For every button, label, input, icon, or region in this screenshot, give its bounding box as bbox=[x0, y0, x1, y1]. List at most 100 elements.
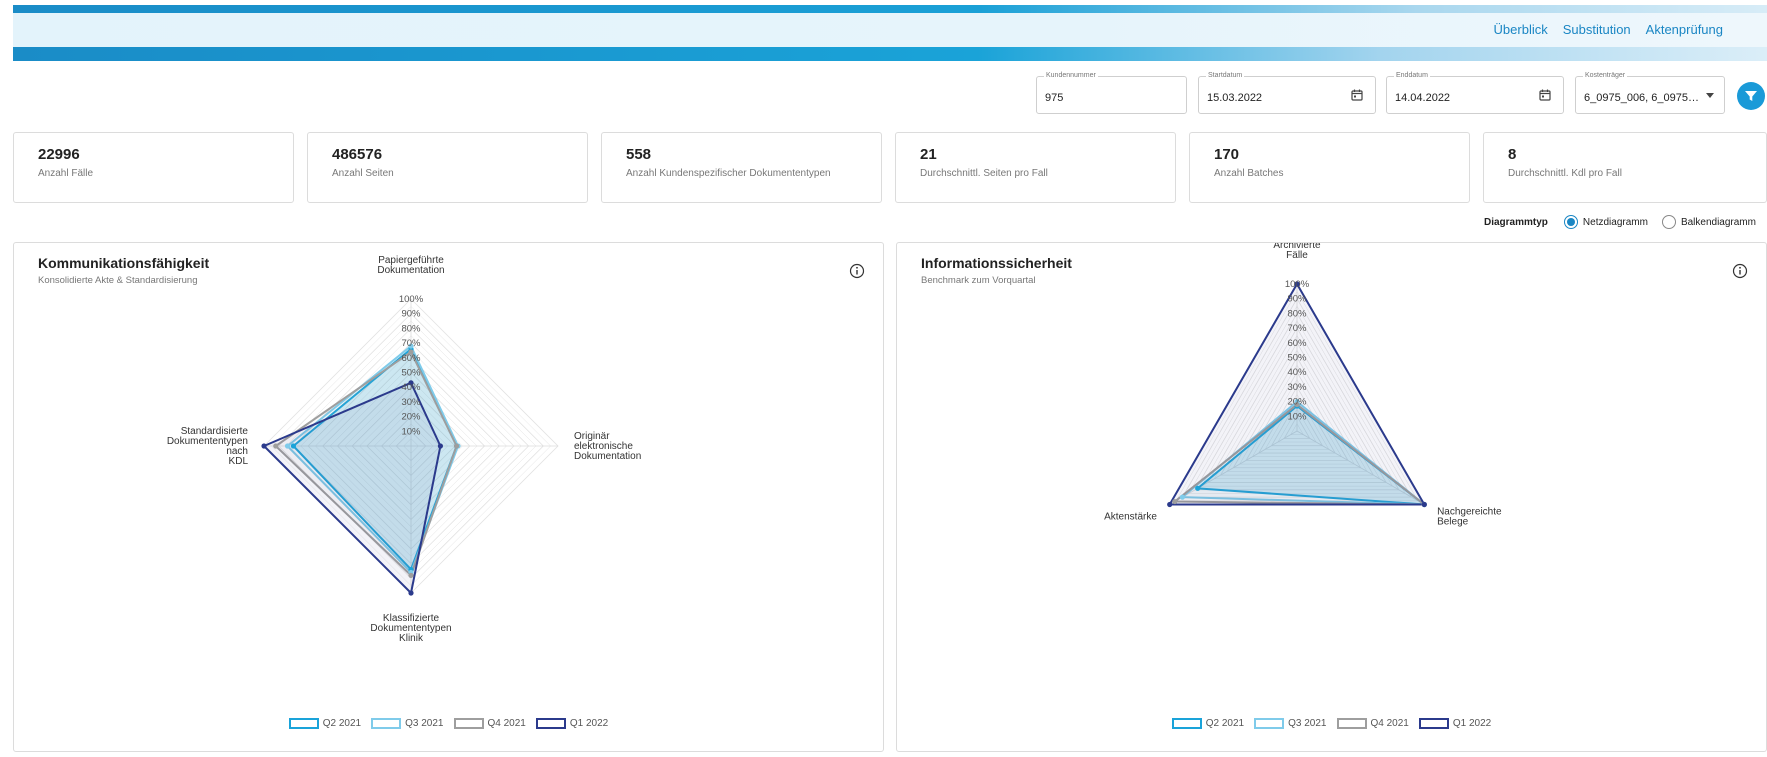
legend-label: Q1 2022 bbox=[1452, 718, 1492, 729]
nav-substitution[interactable]: Substitution bbox=[1563, 22, 1631, 37]
enddatum-field[interactable]: Enddatum 14.04.2022 bbox=[1386, 72, 1564, 114]
radar-tick-label: 10% bbox=[401, 426, 421, 437]
radar-tick-label: 50% bbox=[401, 368, 421, 379]
legend-swatch bbox=[1418, 718, 1449, 729]
legend-item[interactable]: Q2 2021 bbox=[288, 718, 362, 729]
radar-tick-label: 40% bbox=[1287, 367, 1307, 378]
radar-chart: 10%20%30%40%50%60%70%80%90%100%Archivier… bbox=[1104, 243, 1502, 528]
header-stripe-top bbox=[13, 5, 1767, 13]
legend-label: Q2 2021 bbox=[1205, 718, 1245, 729]
legend-swatch bbox=[288, 718, 319, 729]
legend-item[interactable]: Q1 2022 bbox=[535, 718, 609, 729]
radar-tick-label: 90% bbox=[401, 309, 421, 320]
calendar-icon[interactable] bbox=[1351, 89, 1363, 101]
radio-balkendiagramm[interactable] bbox=[1661, 215, 1676, 229]
kpi-card-faelle: 22996 Anzahl Fälle bbox=[13, 132, 294, 203]
radar-point bbox=[284, 443, 291, 449]
radar-point bbox=[1421, 501, 1427, 508]
kpi-card-seiten-pro-fall: 21 Durchschnittl. Seiten pro Fall bbox=[895, 132, 1176, 203]
chevron-down-icon[interactable] bbox=[1706, 93, 1714, 98]
header-stripe-bottom bbox=[13, 47, 1767, 61]
radar-tick-label: 20% bbox=[1287, 397, 1307, 408]
kpi-label: Anzahl Fälle bbox=[38, 168, 94, 179]
legend-item[interactable]: Q4 2021 bbox=[1336, 718, 1409, 729]
kpi-label: Anzahl Batches bbox=[1214, 168, 1284, 179]
legend-item[interactable]: Q3 2021 bbox=[1254, 718, 1327, 729]
kpi-label: Durchschnittl. Seiten pro Fall bbox=[920, 168, 1048, 179]
radar-point bbox=[273, 443, 279, 449]
panel-kommunikationsfaehigkeit: Kommunikationsfähigkeit Konsolidierte Ak… bbox=[13, 242, 884, 752]
kpi-label: Anzahl Kundenspezifischer Dokumententype… bbox=[626, 168, 831, 179]
startdatum-field[interactable]: Startdatum 15.03.2022 bbox=[1198, 72, 1376, 114]
legend-swatch bbox=[1171, 718, 1202, 729]
legend-item[interactable]: Q3 2021 bbox=[371, 718, 444, 729]
radar-point bbox=[1179, 494, 1186, 500]
radar-axis-label: Dokumentation bbox=[377, 265, 444, 276]
dashboard-page: Überblick Substitution Aktenprüfung Kund… bbox=[0, 0, 1767, 757]
radar-tick-label: 70% bbox=[1287, 323, 1307, 334]
radio-balkendiagramm-label[interactable]: Balkendiagramm bbox=[1681, 217, 1756, 228]
legend-label: Q4 2021 bbox=[1370, 718, 1409, 729]
nav-aktenpruefung[interactable]: Aktenprüfung bbox=[1646, 22, 1723, 37]
radar-tick-label: 70% bbox=[401, 338, 421, 349]
startdatum-label: Startdatum bbox=[1206, 72, 1245, 79]
radar-chart: 10%20%30%40%50%60%70%80%90%100%Papiergef… bbox=[167, 255, 641, 644]
kundennummer-label: Kundennummer bbox=[1044, 72, 1098, 79]
legend-label: Q2 2021 bbox=[322, 718, 362, 729]
radar-point bbox=[437, 443, 443, 449]
radar-point bbox=[453, 443, 460, 449]
radar-point bbox=[1167, 501, 1173, 508]
kpi-value: 486576 bbox=[332, 146, 383, 163]
kpi-card-dokumententypen: 558 Anzahl Kundenspezifischer Dokumenten… bbox=[601, 132, 882, 203]
filter-button[interactable] bbox=[1737, 82, 1765, 110]
kpi-value: 8 bbox=[1508, 146, 1517, 163]
legend-swatch bbox=[453, 718, 484, 729]
radar-tick-label: 40% bbox=[401, 382, 421, 393]
radar-axis-label: KDL bbox=[229, 456, 249, 467]
radar-axis-label: Klinik bbox=[399, 633, 424, 644]
enddatum-value: 14.04.2022 bbox=[1395, 92, 1451, 104]
legend-item[interactable]: Q2 2021 bbox=[1171, 718, 1245, 729]
kostentraeger-select[interactable]: Kostenträger 6_0975_006, 6_0975_51... bbox=[1575, 72, 1725, 114]
radar-tick-label: 60% bbox=[1287, 338, 1307, 349]
chart-legend: Q2 2021 Q3 2021 Q4 2021 Q1 2022 bbox=[14, 718, 883, 729]
kpi-value: 558 bbox=[626, 146, 652, 163]
kpi-value: 21 bbox=[920, 146, 937, 163]
chart-type-selector: Diagrammtyp Netzdiagramm Balkendiagramm bbox=[1484, 215, 1767, 229]
kpi-card-batches: 170 Anzahl Batches bbox=[1189, 132, 1470, 203]
radar-tick-label: 100% bbox=[399, 294, 424, 305]
radar-axis-label: Fälle bbox=[1286, 250, 1308, 261]
legend-swatch bbox=[535, 718, 566, 729]
chart-legend: Q2 2021 Q3 2021 Q4 2021 Q1 2022 bbox=[897, 718, 1766, 729]
radar-point bbox=[408, 572, 414, 578]
legend-label: Q3 2021 bbox=[1288, 718, 1327, 729]
legend-label: Q3 2021 bbox=[405, 718, 444, 729]
legend-item[interactable]: Q1 2022 bbox=[1418, 718, 1492, 729]
main-nav: Überblick Substitution Aktenprüfung bbox=[1494, 22, 1723, 37]
legend-label: Q1 2022 bbox=[569, 718, 609, 729]
radar-axis-label: Belege bbox=[1437, 517, 1469, 528]
kpi-card-seiten: 486576 Anzahl Seiten bbox=[307, 132, 588, 203]
filter-icon bbox=[1745, 91, 1757, 101]
radar-axis-label: Dokumentation bbox=[574, 451, 641, 462]
kpi-label: Durchschnittl. Kdl pro Fall bbox=[1508, 168, 1622, 179]
calendar-icon[interactable] bbox=[1539, 89, 1551, 101]
radio-netzdiagramm-label[interactable]: Netzdiagramm bbox=[1583, 217, 1648, 228]
radar-point bbox=[290, 443, 296, 449]
legend-label: Q4 2021 bbox=[487, 718, 526, 729]
kundennummer-value: 975 bbox=[1045, 92, 1064, 104]
kundennummer-field[interactable]: Kundennummer 975 bbox=[1036, 72, 1187, 114]
legend-item[interactable]: Q4 2021 bbox=[453, 718, 526, 729]
radio-netzdiagramm[interactable] bbox=[1563, 215, 1578, 229]
kpi-value: 22996 bbox=[38, 146, 80, 163]
radar-tick-label: 60% bbox=[401, 353, 421, 364]
radar-point bbox=[408, 590, 414, 596]
radar-tick-label: 80% bbox=[1287, 308, 1307, 319]
radar-series-group bbox=[261, 343, 461, 596]
kostentraeger-value: 6_0975_006, 6_0975_51... bbox=[1584, 92, 1704, 104]
radar-tick-label: 30% bbox=[1287, 382, 1307, 393]
radar-tick-label: 50% bbox=[1287, 353, 1307, 364]
radar-point bbox=[261, 443, 267, 449]
nav-ueberblick[interactable]: Überblick bbox=[1494, 22, 1548, 37]
panel-informationssicherheit: Informationssicherheit Benchmark zum Vor… bbox=[896, 242, 1767, 752]
